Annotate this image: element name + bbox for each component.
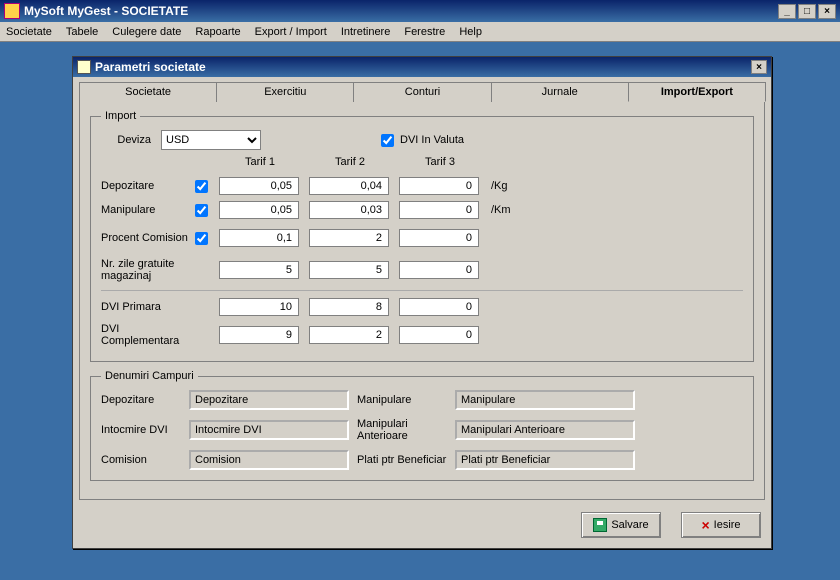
denumiri-legend: Denumiri Campuri — [101, 370, 198, 382]
maximize-button[interactable]: □ — [798, 4, 816, 19]
app-title: MySoft MyGest - SOCIETATE — [24, 4, 188, 18]
menu-help[interactable]: Help — [459, 26, 482, 38]
child-window: Parametri societate × Societate Exerciti… — [72, 56, 772, 549]
tab-panel-import-export: Import Deviza USD DVI In Valuta — [79, 101, 765, 500]
dc-depozitare-label: Depozitare — [101, 394, 181, 406]
depozitare-t1[interactable] — [219, 177, 299, 195]
header-tarif3: Tarif 3 — [395, 156, 485, 174]
manipulare-t2[interactable] — [309, 201, 389, 219]
row-magazinaj: Nr. zile gratuite magazinaj — [101, 254, 743, 286]
magazinaj-t2[interactable] — [309, 261, 389, 279]
minimize-button[interactable]: _ — [778, 4, 796, 19]
dvi-in-valuta-checkbox[interactable] — [381, 134, 394, 147]
magazinaj-t1[interactable] — [219, 261, 299, 279]
menu-intretinere[interactable]: Intretinere — [341, 26, 391, 38]
magazinaj-t3[interactable] — [399, 261, 479, 279]
row-manipulare: Manipulare /Km — [101, 198, 743, 222]
menu-rapoarte[interactable]: Rapoarte — [195, 26, 240, 38]
child-title: Parametri societate — [95, 60, 206, 74]
import-fieldset: Import Deviza USD DVI In Valuta — [90, 110, 754, 362]
close-button[interactable]: × — [818, 4, 836, 19]
dc-intocmire-input[interactable] — [189, 420, 349, 440]
form-icon — [77, 60, 91, 74]
menu-societate[interactable]: Societate — [6, 26, 52, 38]
dc-intocmire-label: Intocmire DVI — [101, 424, 181, 436]
dc-plati-label: Plati ptr Beneficiar — [357, 454, 447, 466]
depozitare-checkbox[interactable] — [195, 180, 208, 193]
row-depozitare: Depozitare /Kg — [101, 174, 743, 198]
dvi-comp-t2[interactable] — [309, 326, 389, 344]
app-titlebar: MySoft MyGest - SOCIETATE _ □ × — [0, 0, 840, 22]
tab-societate[interactable]: Societate — [79, 82, 217, 102]
dvi-in-valuta-label: DVI In Valuta — [400, 134, 464, 146]
dvi-comp-t3[interactable] — [399, 326, 479, 344]
import-legend: Import — [101, 110, 140, 122]
denumiri-fieldset: Denumiri Campuri Depozitare Manipulare I… — [90, 370, 754, 481]
dvi-primara-t3[interactable] — [399, 298, 479, 316]
dc-depozitare-input[interactable] — [189, 390, 349, 410]
manipulare-checkbox[interactable] — [195, 204, 208, 217]
deviza-select[interactable]: USD — [161, 130, 261, 150]
save-button[interactable]: Salvare — [581, 512, 661, 538]
menu-export[interactable]: Export / Import — [255, 26, 327, 38]
tab-exercitiu[interactable]: Exercitiu — [216, 82, 354, 102]
dc-manipulare-label: Manipulare — [357, 394, 447, 406]
save-icon — [593, 518, 607, 532]
row-dvi-primara: DVI Primara — [101, 295, 743, 319]
procent-t3[interactable] — [399, 229, 479, 247]
child-close-button[interactable]: × — [751, 60, 767, 74]
tab-conturi[interactable]: Conturi — [353, 82, 491, 102]
dc-manip-ant-input[interactable] — [455, 420, 635, 440]
procent-t1[interactable] — [219, 229, 299, 247]
header-tarif2: Tarif 2 — [305, 156, 395, 174]
dvi-comp-t1[interactable] — [219, 326, 299, 344]
tabs-row: Societate Exercitiu Conturi Jurnale Impo… — [73, 77, 771, 101]
app-icon — [4, 3, 20, 19]
row-procent: Procent Comision — [101, 222, 743, 254]
depozitare-t3[interactable] — [399, 177, 479, 195]
button-row: Salvare × Iesire — [73, 506, 771, 548]
dc-manipulare-input[interactable] — [455, 390, 635, 410]
header-tarif1: Tarif 1 — [215, 156, 305, 174]
tariff-table: Tarif 1 Tarif 2 Tarif 3 Depozitare /Kg — [101, 156, 743, 351]
dc-manip-ant-label: Manipulari Anterioare — [357, 418, 447, 442]
row-dvi-comp: DVI Complementara — [101, 319, 743, 351]
procent-t2[interactable] — [309, 229, 389, 247]
menu-culegere[interactable]: Culegere date — [112, 26, 181, 38]
tab-jurnale[interactable]: Jurnale — [491, 82, 629, 102]
manipulare-t3[interactable] — [399, 201, 479, 219]
menubar: Societate Tabele Culegere date Rapoarte … — [0, 22, 840, 42]
dvi-primara-t1[interactable] — [219, 298, 299, 316]
menu-ferestre[interactable]: Ferestre — [404, 26, 445, 38]
dc-plati-input[interactable] — [455, 450, 635, 470]
dc-comision-input[interactable] — [189, 450, 349, 470]
close-icon: × — [701, 518, 709, 532]
tab-import-export[interactable]: Import/Export — [628, 82, 766, 102]
dvi-primara-t2[interactable] — [309, 298, 389, 316]
dc-comision-label: Comision — [101, 454, 181, 466]
deviza-label: Deviza — [101, 134, 161, 146]
procent-checkbox[interactable] — [195, 232, 208, 245]
mdi-area: Parametri societate × Societate Exerciti… — [0, 42, 840, 580]
exit-button[interactable]: × Iesire — [681, 512, 761, 538]
depozitare-t2[interactable] — [309, 177, 389, 195]
menu-tabele[interactable]: Tabele — [66, 26, 98, 38]
child-titlebar: Parametri societate × — [73, 57, 771, 77]
manipulare-t1[interactable] — [219, 201, 299, 219]
